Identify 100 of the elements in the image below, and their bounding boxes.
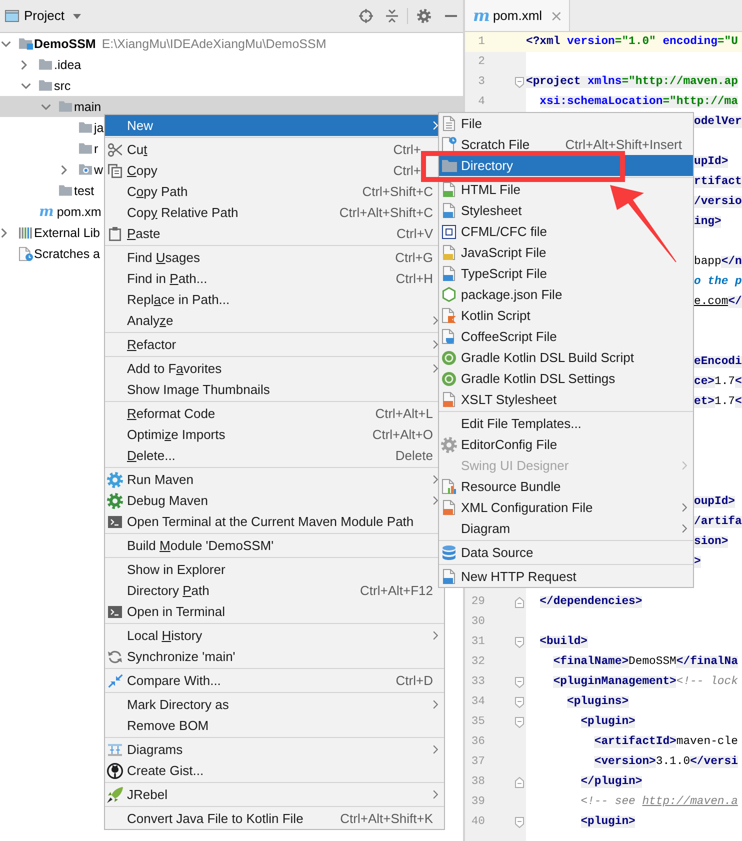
document-badge-icon (443, 569, 455, 584)
fold-marker-icon[interactable] (515, 716, 524, 728)
fold-marker-icon[interactable] (515, 76, 524, 88)
tree-item[interactable]: test (59, 180, 94, 201)
keyboard-shortcut: Ctrl+Alt+Shift+Insert (565, 138, 682, 151)
editor-tab[interactable]: m pom.xml × (465, 0, 570, 31)
menu-item[interactable]: XSLT Stylesheet (439, 389, 693, 410)
keyboard-shortcut: Ctrl+Alt+L (375, 407, 433, 420)
code-line: <finalName>DemoSSM</finalNa (553, 654, 738, 670)
tree-item[interactable]: r (79, 138, 98, 159)
tree-item[interactable]: src (20, 75, 71, 96)
menu-item[interactable]: package.json File (439, 284, 693, 305)
document-chart-icon (442, 479, 456, 494)
menu-item[interactable]: Convert Java File to Kotlin File Ctrl+Alt+Shift+K (105, 808, 444, 829)
file-type-icon: m (39, 204, 54, 218)
menu-item[interactable]: JavaScript File (439, 242, 693, 263)
database-icon (442, 544, 456, 560)
menu-item[interactable]: Create Gist... (105, 760, 444, 781)
collapse-icon[interactable] (386, 9, 398, 23)
tree-item[interactable]: External Lib (0, 222, 100, 243)
code-line: o the p (694, 274, 742, 290)
chevron-down-icon[interactable] (21, 82, 31, 88)
fold-marker-icon[interactable] (515, 636, 524, 648)
keyboard-shortcut: Ctrl+Alt+O (372, 428, 433, 441)
document-badge-icon (443, 245, 455, 260)
folder-icon (59, 185, 72, 196)
chevron-down-icon[interactable] (1, 40, 11, 46)
module-folder-icon (19, 38, 33, 50)
terminal-icon (108, 606, 122, 618)
keyboard-shortcut: Ctrl+Alt+Shift+C (339, 206, 433, 219)
tree-item[interactable]: DemoSSM E:\XiangMu\IDEAdeXiangMu\DemoSSM (0, 33, 326, 54)
folder-icon (59, 101, 72, 112)
code-line: <artifactId>maven-cle (594, 734, 738, 750)
gear-icon (107, 492, 123, 508)
chevron-right-icon[interactable] (1, 228, 7, 238)
tree-item[interactable]: .idea (20, 54, 82, 75)
diagram-icon (108, 744, 122, 756)
folder-icon (79, 122, 92, 133)
tree-item[interactable]: m pom.xm (39, 201, 102, 222)
code-line: <version>3.1.0</versi (594, 754, 738, 770)
menu-item[interactable]: EditorConfig File (439, 434, 693, 455)
menu-item[interactable]: Stylesheet (439, 200, 693, 221)
fold-marker-icon[interactable] (515, 696, 524, 708)
menu-item[interactable]: HTML File (439, 179, 693, 200)
menu-item[interactable]: New HTTP Request (439, 566, 693, 587)
menu-item[interactable]: Scratch File Ctrl+Alt+Shift+Insert (439, 134, 693, 155)
fold-marker-icon[interactable] (515, 676, 524, 688)
menu-item[interactable]: Open in Terminal (105, 601, 444, 622)
keyboard-shortcut: Ctrl+H (396, 272, 433, 285)
menu-item[interactable]: Remove BOM (105, 715, 444, 736)
line-number: 34 (471, 696, 485, 708)
circle-icon (442, 372, 456, 386)
gear-icon (441, 436, 457, 452)
menu-item[interactable]: Diagrams (105, 739, 444, 760)
document-clock-icon (442, 137, 456, 152)
line-number: 3 (478, 76, 485, 88)
menu-item[interactable]: Local History (105, 625, 444, 646)
code-line: xsi:schemaLocation="http://ma (540, 94, 738, 110)
folder-icon (442, 160, 456, 172)
settings-icon[interactable] (417, 9, 431, 23)
chevron-right-icon[interactable] (61, 164, 67, 174)
tree-item[interactable]: ja (79, 117, 104, 138)
fold-marker-icon[interactable] (515, 816, 524, 828)
menu-item[interactable]: Directory (439, 155, 693, 176)
chevron-right-icon[interactable] (21, 60, 27, 70)
keyboard-shortcut: Ctrl+G (395, 251, 433, 264)
copy-icon (108, 164, 122, 178)
document-badge-icon (443, 266, 455, 281)
code-line: <!-- see http://maven.a (580, 794, 738, 810)
line-number: 33 (471, 676, 485, 688)
refresh-icon (108, 650, 122, 664)
menu-item[interactable]: Edit File Templates... (439, 413, 693, 434)
menu-item[interactable]: XML Configuration File (439, 497, 693, 518)
menu-item[interactable]: TypeScript File (439, 263, 693, 284)
menu-item[interactable]: JRebel (105, 784, 444, 805)
menu-item[interactable]: Kotlin Script (439, 305, 693, 326)
code-line: bapp</n (694, 254, 742, 270)
tree-item[interactable]: Scratches a (19, 243, 100, 264)
menu-item[interactable]: Gradle Kotlin DSL Settings (439, 368, 693, 389)
document-flag-icon (442, 308, 456, 323)
chevron-down-icon[interactable] (41, 104, 51, 110)
menu-item[interactable]: Synchronize 'main' (105, 646, 444, 667)
menu-item[interactable]: Data Source (439, 542, 693, 563)
menu-item[interactable]: Mark Directory as (105, 694, 444, 715)
fold-marker-icon[interactable] (515, 776, 524, 788)
gear-icon (107, 472, 123, 488)
view-dropdown[interactable]: Project (24, 9, 82, 23)
line-number: 2 (478, 56, 485, 68)
menu-item[interactable]: CFML/CFC file (439, 221, 693, 242)
fold-marker-icon[interactable] (515, 596, 524, 608)
menu-item[interactable]: Compare With... Ctrl+D (105, 670, 444, 691)
crosshair-icon[interactable] (359, 9, 373, 23)
tree-item[interactable]: w (60, 159, 104, 180)
file-type-icon: m (473, 8, 490, 24)
library-bars-icon (19, 226, 32, 238)
scissors-icon (108, 142, 122, 156)
document-icon (443, 116, 455, 131)
keyboard-shortcut: Ctrl+ (393, 164, 422, 177)
line-number: 38 (471, 776, 485, 788)
hexagon-icon (442, 287, 456, 302)
